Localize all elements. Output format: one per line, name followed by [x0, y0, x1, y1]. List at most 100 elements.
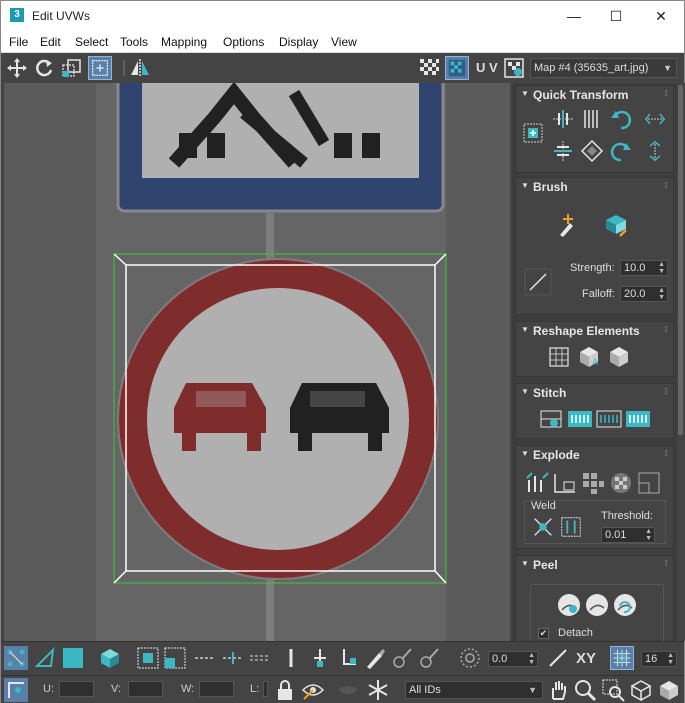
grow-selection-icon[interactable]	[136, 646, 160, 670]
quick-transform-header[interactable]: ▼ Quick Transform ⁞⁞	[516, 86, 673, 104]
spinner-icon[interactable]: ▲ ▼	[528, 652, 535, 666]
rotate-ccw-icon[interactable]	[608, 106, 634, 132]
lock-icon[interactable]	[273, 678, 297, 702]
unhide-icon[interactable]	[336, 678, 360, 702]
maximize-button[interactable]: ☐	[601, 5, 631, 27]
peel-mode-icon[interactable]	[584, 592, 610, 618]
paint-select-shrink-icon[interactable]	[418, 646, 442, 670]
zoom-selected-icon[interactable]	[657, 678, 681, 702]
menu-view[interactable]: View	[331, 35, 357, 49]
material-ids-select[interactable]: All IDs ▼	[405, 681, 543, 699]
checker-pattern-icon[interactable]	[417, 56, 441, 80]
v-field[interactable]	[128, 681, 163, 697]
stitch-custom-icon[interactable]	[538, 406, 564, 432]
spinner-icon[interactable]: ▲ ▼	[645, 528, 652, 542]
zoom-region-icon[interactable]	[601, 678, 625, 702]
falloff-field[interactable]: 20.0 ▲ ▼	[620, 286, 668, 302]
menu-mapping[interactable]: Mapping	[161, 35, 207, 49]
seam-to-edge-icon[interactable]	[336, 646, 360, 670]
spinner-icon[interactable]: ▲ ▼	[658, 287, 665, 301]
flatten-by-material-icon[interactable]	[636, 470, 662, 496]
pan-icon[interactable]	[546, 678, 570, 702]
menu-file[interactable]: File	[9, 35, 28, 49]
peel-header[interactable]: ▼ Peel ⁞⁞	[516, 556, 673, 574]
hide-icon[interactable]	[301, 678, 325, 702]
angle-field[interactable]: 0.0 ▲ ▼	[488, 651, 538, 667]
relax-settings-icon[interactable]	[606, 344, 632, 370]
relax-icon[interactable]: A	[576, 344, 602, 370]
edge-loop-icon[interactable]	[248, 646, 272, 670]
menu-options[interactable]: Options	[223, 35, 264, 49]
u-field[interactable]	[59, 681, 94, 697]
edge-to-seam-icon[interactable]	[308, 646, 332, 670]
point-to-point-seam-icon[interactable]	[279, 646, 303, 670]
menu-tools[interactable]: Tools	[120, 35, 148, 49]
paint-move-icon[interactable]	[554, 211, 582, 239]
shrink-selection-icon[interactable]	[163, 646, 187, 670]
paint-select-grow-icon[interactable]	[391, 646, 415, 670]
stitch-to-source-icon[interactable]	[625, 406, 651, 432]
show-map-icon[interactable]	[445, 56, 469, 80]
scale-icon[interactable]	[60, 56, 84, 80]
l-field[interactable]	[263, 681, 268, 697]
grid-snap-icon[interactable]	[610, 646, 634, 670]
loop-select-icon[interactable]	[193, 646, 217, 670]
zoom-icon[interactable]	[573, 678, 597, 702]
stitch-header[interactable]: ▼ Stitch ⁞⁞	[516, 384, 673, 402]
paint-select-icon[interactable]	[363, 646, 387, 670]
freeform-mode-icon[interactable]	[88, 56, 112, 80]
straighten-selection-icon[interactable]	[546, 344, 572, 370]
rotate-cw-icon[interactable]	[608, 138, 634, 164]
face-mode-icon[interactable]	[61, 646, 85, 670]
uv-options-icon[interactable]	[502, 56, 526, 80]
brush-stroke-icon[interactable]	[524, 268, 552, 296]
spinner-icon[interactable]: ▲ ▼	[658, 261, 665, 275]
strength-field[interactable]: 10.0 ▲ ▼	[620, 260, 668, 276]
stitch-average-icon[interactable]	[596, 406, 622, 432]
map-selector[interactable]: Map #4 (35635_art.jpg) ▼	[530, 58, 677, 78]
mirror-icon[interactable]	[128, 56, 152, 80]
freeze-icon[interactable]	[366, 678, 390, 702]
menu-select[interactable]: Select	[75, 35, 108, 49]
pivot-transform-icon[interactable]	[4, 678, 28, 702]
uv-editor-viewport[interactable]	[4, 83, 510, 641]
grid-size-field[interactable]: 16 ▲ ▼	[641, 651, 677, 667]
spinner-icon[interactable]: ▲ ▼	[667, 652, 674, 666]
straighten-icon[interactable]	[579, 106, 605, 132]
relax-brush-icon[interactable]	[602, 211, 630, 239]
set-pivot-icon[interactable]	[522, 122, 544, 144]
flatten-by-face-icon[interactable]	[580, 470, 606, 496]
align-horizontal-icon[interactable]	[550, 106, 576, 132]
xy-toggle[interactable]: XY	[576, 650, 596, 667]
flatten-by-smoothing-icon[interactable]	[608, 470, 634, 496]
move-icon[interactable]	[5, 56, 29, 80]
space-horizontal-icon[interactable]	[642, 106, 668, 132]
align-to-edge-icon[interactable]	[579, 138, 605, 164]
menu-edit[interactable]: Edit	[40, 35, 61, 49]
space-vertical-icon[interactable]	[642, 138, 668, 164]
stitch-to-target-icon[interactable]	[567, 406, 593, 432]
weld-selected-icon[interactable]	[531, 515, 555, 539]
panel-scroll-thumb[interactable]	[678, 85, 683, 435]
weld-target-icon[interactable]	[559, 515, 583, 539]
threshold-field[interactable]: 0.01 ▲ ▼	[601, 527, 655, 543]
uv-axis-label[interactable]: U V	[476, 60, 498, 75]
detach-edge-verts-icon[interactable]	[552, 470, 578, 496]
rotate-icon[interactable]	[32, 56, 56, 80]
close-button[interactable]: ✕	[646, 5, 676, 27]
absolute-offset-icon[interactable]	[546, 646, 570, 670]
edge-mode-icon[interactable]	[33, 646, 57, 670]
break-icon[interactable]	[524, 470, 550, 496]
w-field[interactable]	[199, 681, 234, 697]
detach-checkbox[interactable]: ✔	[538, 628, 549, 639]
minimize-button[interactable]: —	[559, 5, 589, 27]
align-vertical-icon[interactable]	[550, 138, 576, 164]
element-mode-icon[interactable]	[98, 646, 122, 670]
ring-select-icon[interactable]	[221, 646, 245, 670]
quick-peel-icon[interactable]	[556, 592, 582, 618]
menu-display[interactable]: Display	[279, 35, 318, 49]
vertex-mode-icon[interactable]	[4, 646, 28, 670]
zoom-extents-icon[interactable]	[629, 678, 653, 702]
reshape-elements-header[interactable]: ▼ Reshape Elements ⁞⁞	[516, 322, 673, 340]
explode-header[interactable]: ▼ Explode ⁞⁞	[516, 446, 673, 464]
